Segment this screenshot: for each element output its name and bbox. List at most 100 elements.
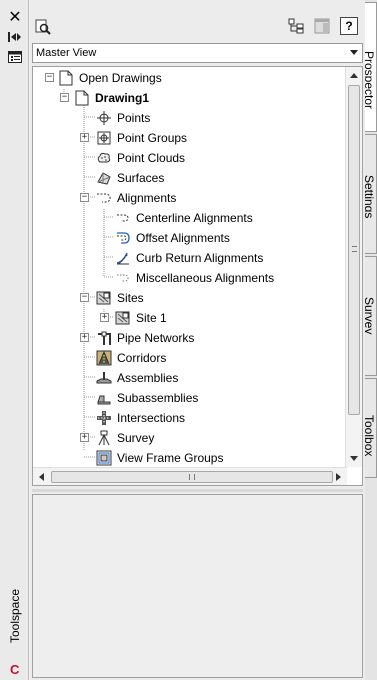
tree-item-survey[interactable]: Survey: [95, 429, 154, 447]
tree-item-curb-return-alignments[interactable]: Curb Return Alignments: [114, 249, 263, 267]
tree-item-label: Site 1: [136, 311, 167, 325]
view-frame-groups-icon: [95, 449, 113, 467]
tree-item-points[interactable]: Points: [95, 109, 150, 127]
tree-item-label: Subassemblies: [117, 391, 199, 405]
view-dropdown[interactable]: Master View: [32, 43, 363, 63]
horizontal-scrollbar[interactable]: [33, 467, 347, 485]
tree-item-label: Assemblies: [117, 371, 179, 385]
tree-item-offset-alignments[interactable]: Offset Alignments: [114, 229, 230, 247]
tree-item-point-clouds[interactable]: Point Clouds: [95, 149, 185, 167]
toolbar: ?: [30, 0, 365, 42]
tree-item-label: Surfaces: [117, 171, 165, 185]
prospector-tree: − Open Drawings − Drawing1 Points + Poin…: [32, 66, 363, 486]
tab-toolbox[interactable]: Toolbox: [365, 378, 377, 478]
chevron-down-icon[interactable]: [350, 50, 358, 55]
site-icon: [114, 309, 132, 327]
intersections-icon: [95, 409, 113, 427]
expander-site1[interactable]: +: [100, 313, 109, 322]
tree-item-point-groups[interactable]: Point Groups: [95, 129, 187, 147]
expander-point-groups[interactable]: +: [80, 133, 89, 142]
tree-item-label: View Frame Groups: [117, 451, 224, 465]
palette-title-bar: ✕ Toolspace C: [0, 0, 29, 680]
tree-item-label: Alignments: [117, 191, 177, 205]
properties-icon[interactable]: [7, 49, 23, 65]
pipe-network-icon: [95, 329, 113, 347]
tree-item-label: Intersections: [117, 411, 186, 425]
tree-item-label: Point Groups: [117, 131, 188, 145]
tree-item-misc-alignments[interactable]: Miscellaneous Alignments: [114, 269, 274, 287]
scroll-right-icon[interactable]: [336, 473, 341, 481]
point-cloud-icon: [95, 149, 113, 167]
tree-item-label: Drawing1: [95, 91, 150, 105]
points-icon: [95, 109, 113, 127]
tree-item-label: Sites: [117, 291, 144, 305]
sites-icon: [95, 289, 113, 307]
tree-item-alignments[interactable]: Alignments: [95, 189, 176, 207]
tab-strip: Prospector Settings Survey Toolbox: [365, 0, 377, 680]
panel-toggle-icon[interactable]: [313, 17, 331, 35]
alignments-icon: [95, 189, 113, 207]
tab-survey[interactable]: Survey: [365, 256, 377, 376]
scroll-up-icon[interactable]: [350, 73, 358, 78]
expander-alignments[interactable]: −: [80, 193, 89, 202]
tree-item-label: Miscellaneous Alignments: [136, 271, 275, 285]
tree-item-view-frame-groups[interactable]: View Frame Groups: [95, 449, 223, 467]
item-view-pane: [32, 494, 363, 678]
scroll-left-icon[interactable]: [39, 473, 44, 481]
tree-connector-lines: [63, 89, 113, 458]
tree-item-intersections[interactable]: Intersections: [95, 409, 185, 427]
tree-item-label: Open Drawings: [79, 71, 162, 85]
expander-survey[interactable]: +: [80, 433, 89, 442]
tree-item-surfaces[interactable]: Surfaces: [95, 169, 164, 187]
tree-item-label: Points: [117, 111, 151, 125]
subassemblies-icon: [95, 389, 113, 407]
drawing-icon: [73, 89, 91, 107]
search-icon[interactable]: [34, 18, 52, 36]
tree-item-assemblies[interactable]: Assemblies: [95, 369, 178, 387]
drawings-icon: [57, 69, 75, 87]
offset-alignment-icon: [114, 229, 132, 247]
panel-splitter[interactable]: [32, 489, 363, 492]
vertical-scrollbar[interactable]: [345, 67, 362, 467]
tree-item-label: Pipe Networks: [117, 331, 195, 345]
point-groups-icon: [95, 129, 113, 147]
view-dropdown-value: Master View: [36, 47, 97, 59]
tab-settings[interactable]: Settings: [365, 134, 377, 254]
tree-item-pipe-networks[interactable]: Pipe Networks: [95, 329, 194, 347]
scroll-thumb[interactable]: [348, 85, 360, 415]
tree-item-label: Corridors: [117, 351, 167, 365]
tree-item-label: Curb Return Alignments: [136, 251, 264, 265]
civil3d-logo-icon: C: [10, 662, 20, 677]
scroll-down-icon[interactable]: [350, 456, 358, 461]
expander-open-drawings[interactable]: −: [45, 73, 54, 82]
tree-item-corridors[interactable]: Corridors: [95, 349, 166, 367]
tree-item-label: Centerline Alignments: [136, 211, 253, 225]
misc-alignment-icon: [114, 269, 132, 287]
expander-drawing1[interactable]: −: [60, 93, 69, 102]
assemblies-icon: [95, 369, 113, 387]
tree-item-label: Survey: [117, 431, 155, 445]
corridors-icon: [95, 349, 113, 367]
tree-item-site1[interactable]: Site 1: [114, 309, 167, 327]
tree-item-label: Offset Alignments: [136, 231, 230, 245]
autohide-icon[interactable]: [7, 29, 23, 45]
tree-view-icon[interactable]: [287, 17, 305, 35]
tree-item-label: Point Clouds: [117, 151, 186, 165]
scroll-thumb[interactable]: [51, 471, 333, 483]
tree-item-drawing1[interactable]: Drawing1: [73, 89, 149, 107]
curb-return-alignment-icon: [114, 249, 132, 267]
survey-icon: [95, 429, 113, 447]
centerline-alignment-icon: [114, 209, 132, 227]
tree-item-sites[interactable]: Sites: [95, 289, 144, 307]
tree-item-subassemblies[interactable]: Subassemblies: [95, 389, 198, 407]
expander-pipe-networks[interactable]: +: [80, 333, 89, 342]
toolspace-panel: ? Master View − Open Drawings − Drawing1…: [30, 0, 365, 680]
surfaces-icon: [95, 169, 113, 187]
tree-item-open-drawings[interactable]: Open Drawings: [57, 69, 162, 87]
tab-prospector[interactable]: Prospector: [365, 2, 377, 132]
palette-title: Toolspace: [8, 588, 23, 644]
expander-sites[interactable]: −: [80, 293, 89, 302]
tree-item-centerline-alignments[interactable]: Centerline Alignments: [114, 209, 253, 227]
close-icon[interactable]: ✕: [7, 9, 23, 25]
help-button[interactable]: ?: [340, 17, 358, 35]
